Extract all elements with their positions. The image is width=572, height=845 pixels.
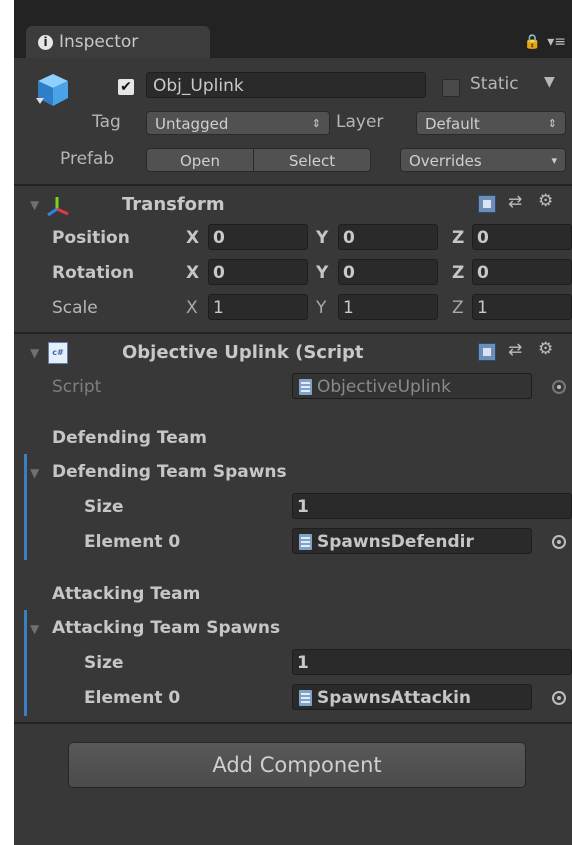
attacking-spawns-label[interactable]: Attacking Team Spawns xyxy=(52,618,280,638)
prefab-overrides-dropdown[interactable]: Overrides ▾ xyxy=(400,148,566,172)
defending-element-label: Element 0 xyxy=(84,532,181,552)
inspector-panel: i Inspector 🔒 ▾≡ ✔ Obj_Uplink Static ▼ T… xyxy=(14,0,572,845)
gameobject-cube-icon xyxy=(36,74,68,106)
object-picker-icon[interactable] xyxy=(552,535,566,549)
transform-axes-icon xyxy=(47,197,69,217)
asset-file-icon xyxy=(299,534,312,550)
foldout-arrow-icon[interactable]: ▼ xyxy=(30,622,39,636)
chevron-down-icon: ▾ xyxy=(551,154,557,167)
window-margin xyxy=(0,0,14,845)
tag-label: Tag xyxy=(92,112,121,132)
asset-file-icon xyxy=(299,690,312,706)
separator xyxy=(14,722,572,724)
overrides-label: Overrides xyxy=(409,152,482,170)
object-picker-icon[interactable] xyxy=(552,691,566,705)
attacking-element-field[interactable]: SpawnsAttackin xyxy=(292,684,532,710)
selection-indicator xyxy=(24,454,27,560)
tag-value: Untagged xyxy=(155,115,229,133)
chevron-updown-icon: ⇕ xyxy=(311,117,321,130)
info-icon: i xyxy=(38,34,53,50)
tag-dropdown[interactable]: Untagged ⇕ xyxy=(146,111,330,135)
static-checkbox[interactable] xyxy=(442,79,460,97)
attacking-size-field[interactable]: 1 xyxy=(292,649,572,675)
script-field: ObjectiveUplink xyxy=(292,373,532,399)
object-picker-icon xyxy=(552,380,566,394)
defending-size-label: Size xyxy=(84,497,124,517)
tab-inspector[interactable]: i Inspector xyxy=(26,26,210,58)
tab-label: Inspector xyxy=(59,32,139,52)
prefab-label: Prefab xyxy=(60,149,115,169)
rotation-label: Rotation xyxy=(52,263,135,283)
script-field-value: ObjectiveUplink xyxy=(317,377,451,397)
position-label: Position xyxy=(52,228,130,248)
scale-x-field[interactable]: 1 xyxy=(208,294,308,320)
defending-size-field[interactable]: 1 xyxy=(292,493,572,519)
gear-icon[interactable]: ⚙ xyxy=(538,191,553,211)
axis-y-label[interactable]: Y xyxy=(316,228,328,248)
script-component-title: Objective Uplink (Script xyxy=(122,342,364,363)
preset-icon[interactable]: ⇄ xyxy=(508,192,522,212)
axis-z-label[interactable]: Z xyxy=(452,298,464,318)
script-label: Script xyxy=(52,377,102,397)
axis-y-label[interactable]: Y xyxy=(316,263,328,283)
defending-team-header: Defending Team xyxy=(52,428,207,448)
csharp-script-icon: c# xyxy=(48,342,68,364)
separator xyxy=(14,332,572,334)
script-component-header[interactable]: ▼ c# Objective Uplink (Script ⇄ ⚙ xyxy=(14,336,572,372)
position-y-field[interactable]: 0 xyxy=(338,224,438,250)
tab-controls: 🔒 ▾≡ xyxy=(524,34,566,50)
rotation-z-field[interactable]: 0 xyxy=(472,259,572,285)
foldout-arrow-icon[interactable]: ▼ xyxy=(30,346,39,360)
rotation-x-field[interactable]: 0 xyxy=(208,259,308,285)
help-book-icon[interactable] xyxy=(478,343,496,361)
prefab-open-button[interactable]: Open xyxy=(146,148,254,172)
layer-value: Default xyxy=(425,115,480,133)
transform-header[interactable]: ▼ Transform ⇄ ⚙ xyxy=(14,188,572,224)
rotation-y-field[interactable]: 0 xyxy=(338,259,438,285)
preset-icon[interactable]: ⇄ xyxy=(508,340,522,360)
transform-title: Transform xyxy=(122,194,225,215)
selection-indicator xyxy=(24,610,27,716)
separator xyxy=(14,184,572,186)
layer-label: Layer xyxy=(336,112,384,132)
defending-element-value: SpawnsDefendir xyxy=(317,532,474,552)
axis-z-label[interactable]: Z xyxy=(452,263,464,283)
axis-x-label[interactable]: X xyxy=(186,263,199,283)
menu-icon[interactable]: ▾≡ xyxy=(547,34,566,50)
axis-x-label[interactable]: X xyxy=(186,228,199,248)
gear-icon[interactable]: ⚙ xyxy=(538,339,553,359)
lock-icon[interactable]: 🔒 xyxy=(524,34,541,50)
object-name-field[interactable]: Obj_Uplink xyxy=(146,72,426,98)
prefab-select-button[interactable]: Select xyxy=(253,148,371,172)
foldout-arrow-icon[interactable]: ▼ xyxy=(30,466,39,480)
scale-z-field[interactable]: 1 xyxy=(472,294,572,320)
defending-spawns-label[interactable]: Defending Team Spawns xyxy=(52,462,287,482)
add-component-button[interactable]: Add Component xyxy=(68,742,526,788)
scale-y-field[interactable]: 1 xyxy=(338,294,438,320)
script-file-icon xyxy=(299,379,312,395)
layer-dropdown[interactable]: Default ⇕ xyxy=(416,111,566,135)
active-checkbox[interactable]: ✔ xyxy=(118,79,134,95)
position-z-field[interactable]: 0 xyxy=(472,224,572,250)
static-label: Static xyxy=(470,74,519,94)
tab-bar: i Inspector 🔒 ▾≡ xyxy=(14,0,572,58)
defending-element-field[interactable]: SpawnsDefendir xyxy=(292,528,532,554)
axis-y-label[interactable]: Y xyxy=(316,298,326,318)
attacking-element-label: Element 0 xyxy=(84,688,181,708)
axis-z-label[interactable]: Z xyxy=(452,228,464,248)
static-dropdown-arrow-icon[interactable]: ▼ xyxy=(544,74,555,90)
foldout-arrow-icon[interactable]: ▼ xyxy=(30,198,39,212)
attacking-element-value: SpawnsAttackin xyxy=(317,688,472,708)
attacking-team-header: Attacking Team xyxy=(52,584,201,604)
chevron-updown-icon: ⇕ xyxy=(547,117,557,130)
axis-x-label[interactable]: X xyxy=(186,298,198,318)
scale-label: Scale xyxy=(52,298,98,318)
inspector-window: i Inspector 🔒 ▾≡ ✔ Obj_Uplink Static ▼ T… xyxy=(0,0,572,845)
help-book-icon[interactable] xyxy=(478,195,496,213)
attacking-size-label: Size xyxy=(84,653,124,673)
position-x-field[interactable]: 0 xyxy=(208,224,308,250)
